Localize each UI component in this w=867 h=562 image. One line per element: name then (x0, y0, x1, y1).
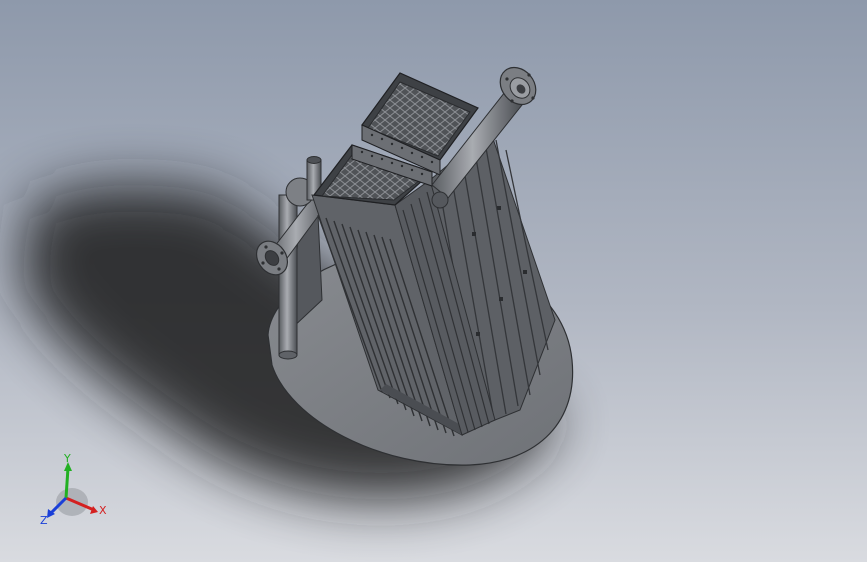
reference-triad[interactable]: X Y Z (36, 452, 116, 532)
graphics-viewport[interactable]: X Y Z (0, 0, 867, 562)
model-view[interactable] (0, 0, 867, 562)
triad-z-label: Z (40, 514, 48, 527)
triad-x-label: X (99, 504, 107, 517)
triad-y-label: Y (63, 452, 71, 465)
vertical-pipe-left[interactable] (278, 194, 298, 360)
